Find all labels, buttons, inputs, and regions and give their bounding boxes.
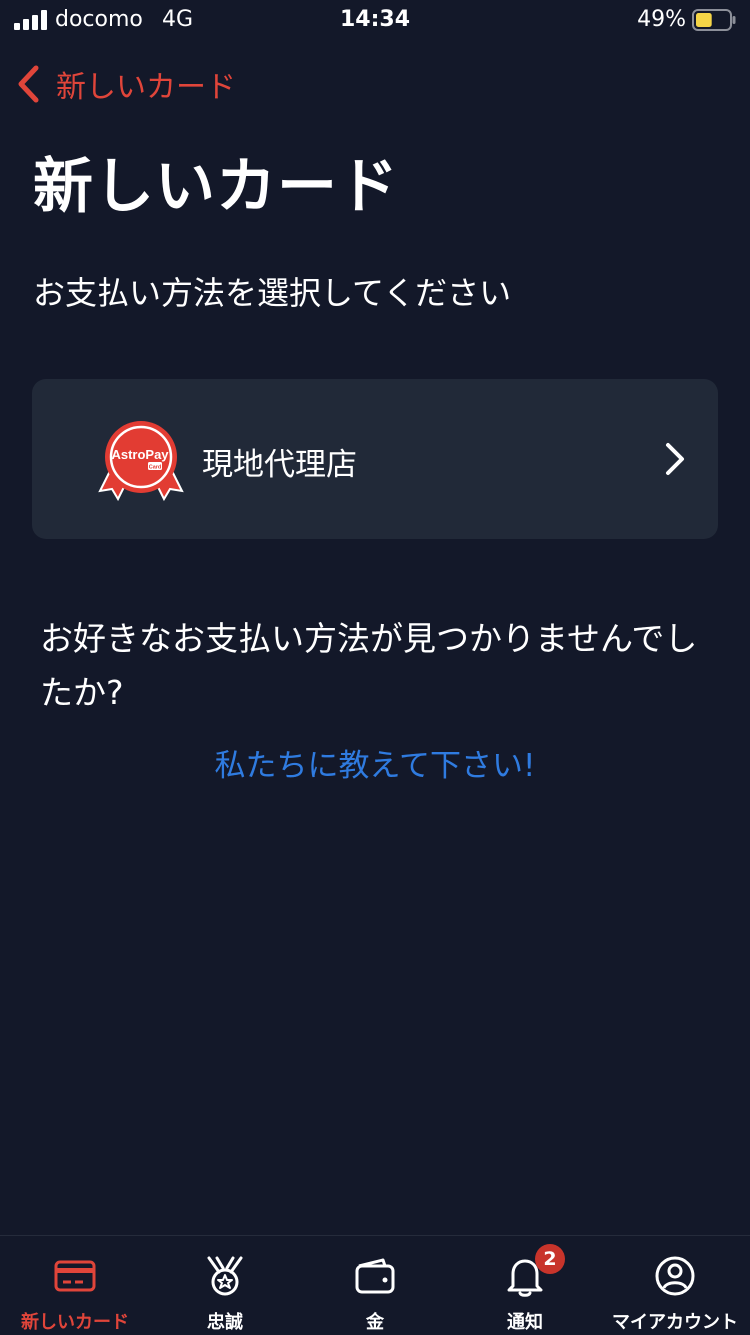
missing-method-question: お好きなお支払い方法が見つかりませんでしたか? — [40, 619, 698, 712]
tab-label: 忠誠 — [207, 1312, 243, 1333]
notification-badge: 2 — [535, 1244, 565, 1274]
page-subtitle: お支払い方法を選択してください — [33, 274, 512, 312]
chevron-right-icon — [666, 443, 684, 475]
astropay-logo: AstroPay Card — [98, 421, 184, 502]
payment-method-local-agent[interactable]: AstroPay Card 現地代理店 — [32, 379, 718, 539]
tab-notifications[interactable]: 2 通知 — [450, 1236, 600, 1335]
tell-us-link[interactable]: 私たちに教えて下さい! — [0, 740, 750, 785]
tab-bar: 新しいカード 忠誠 金 2 通知 マイアカウント — [0, 1235, 750, 1335]
status-bar: docomo 4G 14:34 49% — [0, 0, 750, 40]
back-label: 新しいカード — [56, 70, 236, 105]
page-title: 新しいカード — [33, 152, 399, 222]
tab-money[interactable]: 金 — [300, 1236, 450, 1335]
logo-text: AstroPay — [111, 447, 169, 462]
credit-card-icon — [54, 1260, 96, 1292]
tab-new-card[interactable]: 新しいカード — [0, 1236, 150, 1335]
tab-label: マイアカウント — [612, 1312, 738, 1333]
back-button[interactable]: 新しいカード — [14, 60, 236, 108]
medal-icon — [207, 1256, 243, 1296]
wallet-icon — [355, 1258, 395, 1294]
tab-loyalty[interactable]: 忠誠 — [150, 1236, 300, 1335]
battery-percentage: 49% — [637, 7, 686, 32]
payment-method-label: 現地代理店 — [202, 447, 357, 483]
chevron-left-icon — [18, 65, 39, 103]
tab-my-account[interactable]: マイアカウント — [600, 1236, 750, 1335]
tab-label: 新しいカード — [21, 1312, 129, 1333]
user-circle-icon — [655, 1256, 695, 1296]
tab-label: 金 — [366, 1312, 384, 1333]
logo-subtext: Card — [149, 465, 162, 471]
tab-label: 通知 — [507, 1312, 543, 1333]
battery-icon — [692, 9, 736, 31]
